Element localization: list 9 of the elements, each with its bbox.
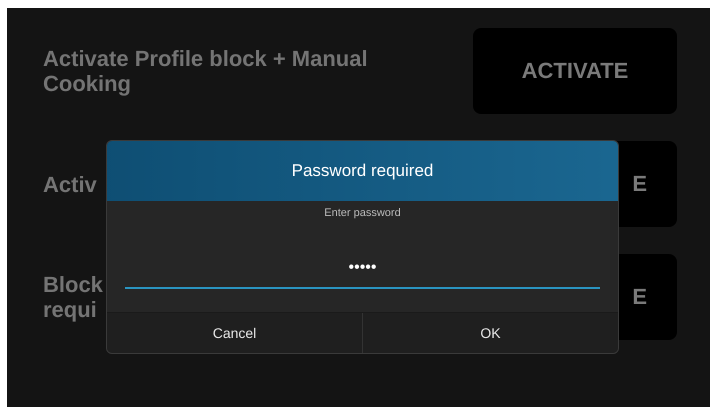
password-field[interactable]: ••••• [125,249,600,289]
dialog-title: Password required [107,141,618,201]
activate-button[interactable]: ACTIVATE [473,28,677,114]
cancel-button[interactable]: Cancel [107,313,362,353]
setting-label: Activ [43,172,97,196]
setting-label: Block requi [43,272,103,322]
setting-label: Activate Profile block + Manual Cooking [43,46,369,96]
dialog-prompt: Enter password [324,207,401,219]
ok-button[interactable]: OK [362,313,618,353]
